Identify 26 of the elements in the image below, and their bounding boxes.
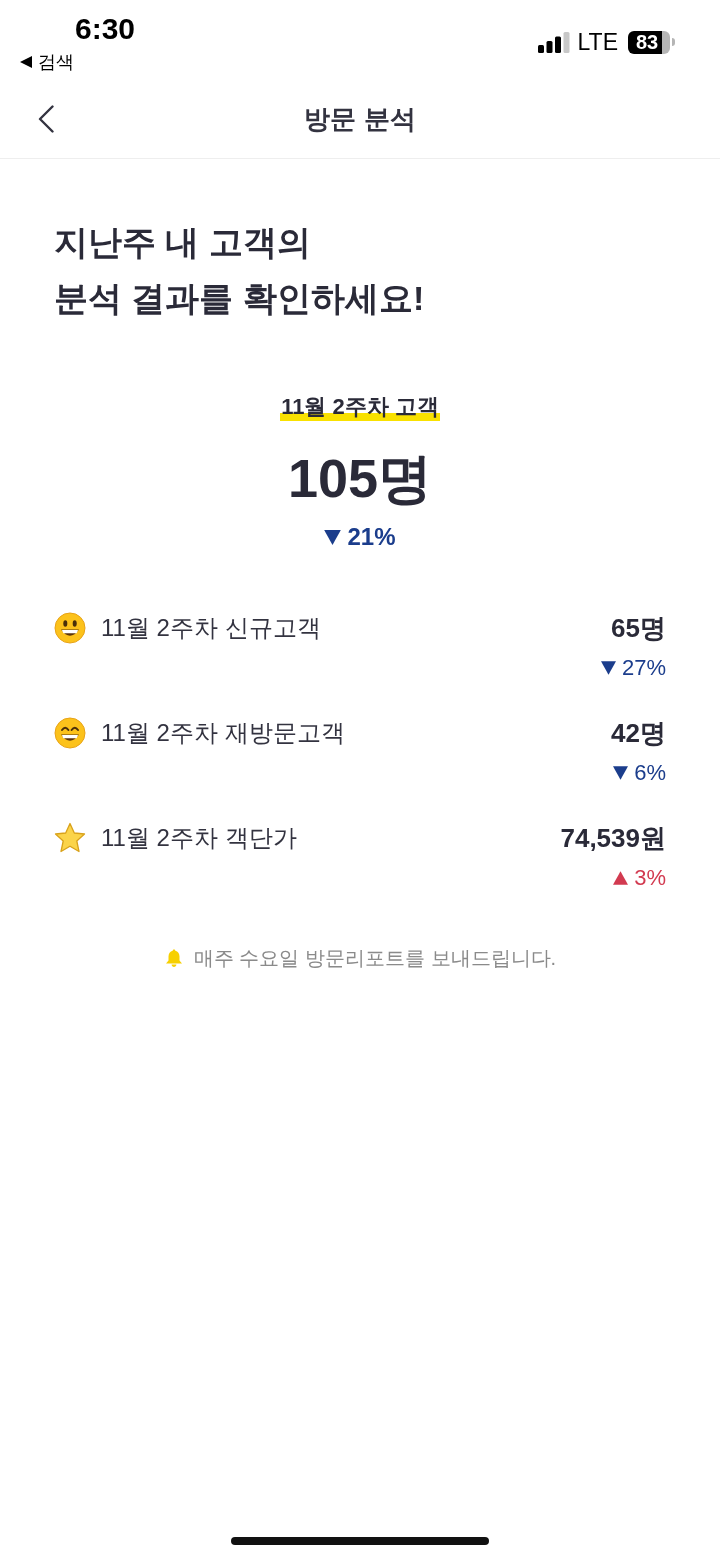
bell-icon xyxy=(163,948,184,968)
signal-icon xyxy=(537,31,570,53)
metric-label: 11월 2주차 재방문고객 xyxy=(101,718,345,748)
metric-label: 11월 2주차 객단가 xyxy=(101,823,297,853)
back-to-app-link[interactable]: 검색 xyxy=(20,51,74,73)
change-percent: 3% xyxy=(634,864,666,892)
summary-value: 105명 xyxy=(287,447,433,510)
left-triangle-icon xyxy=(20,56,32,68)
metric-value: 65명 xyxy=(611,612,666,645)
metric-value: 42명 xyxy=(611,717,666,750)
smiling-face-icon xyxy=(54,612,86,644)
page-title: 방문 분석 xyxy=(304,103,416,136)
star-icon xyxy=(54,822,86,854)
metric-value: 74,539원 xyxy=(560,822,666,855)
battery-indicator: 83 xyxy=(628,30,675,54)
back-button[interactable] xyxy=(36,104,56,134)
grinning-face-icon xyxy=(54,717,86,749)
change-percent: 6% xyxy=(634,759,666,787)
metric-label: 11월 2주차 신규고객 xyxy=(101,613,321,643)
footer-note: 매주 수요일 방문리포트를 보내드립니다. xyxy=(193,946,557,971)
status-time: 6:30 xyxy=(75,12,136,46)
headline: 지난주 내 고객의 분석 결과를 확인하세요! xyxy=(54,222,425,319)
back-icon xyxy=(38,105,54,133)
change-percent: 21% xyxy=(347,522,396,552)
change-percent: 27% xyxy=(621,654,666,682)
network-type: LTE xyxy=(577,30,618,54)
